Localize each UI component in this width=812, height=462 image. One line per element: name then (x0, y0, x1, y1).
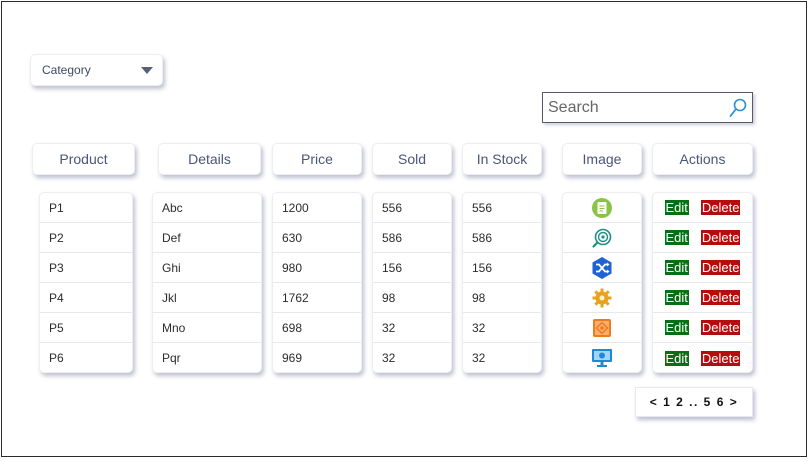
details-cell: Ghi (153, 253, 261, 283)
actions-cell: Edit Delete (653, 283, 752, 313)
price-cell: 698 (273, 313, 361, 343)
header-details-label: Details (188, 151, 231, 167)
shuffle-icon (592, 256, 612, 279)
price-cell: 1762 (273, 283, 361, 313)
column-price: 1200 630 980 1762 698 969 (272, 192, 362, 373)
sold-cell: 32 (382, 351, 396, 365)
sold-cell: 586 (373, 223, 451, 253)
actions-cell: Edit Delete (653, 313, 752, 343)
price-cell: 969 (282, 351, 303, 365)
actions-cell: Edit Delete (653, 343, 752, 372)
image-cell (563, 283, 641, 313)
delete-button[interactable]: Delete (700, 350, 741, 366)
header-details[interactable]: Details (158, 143, 261, 175)
in-stock-cell: 556 (463, 193, 541, 223)
header-price-label: Price (301, 151, 333, 167)
product-cell: P2 (40, 223, 132, 253)
column-sold: 556 586 156 98 32 32 (372, 192, 452, 373)
product-cell: P4 (40, 283, 132, 313)
delete-button[interactable]: Delete (700, 320, 741, 335)
column-in-stock: 556 586 156 98 32 32 (462, 192, 542, 373)
header-image-label: Image (582, 151, 622, 167)
header-sold[interactable]: Sold (372, 143, 452, 175)
gear-icon (592, 288, 612, 307)
column-details: Abc Def Ghi Jkl Mno Pqr (152, 192, 262, 373)
image-cell (563, 223, 641, 253)
column-image (562, 192, 642, 373)
in-stock-cell: 98 (463, 283, 541, 313)
price-cell: 1200 (273, 193, 361, 223)
details-cell: Def (153, 223, 261, 253)
search-icon[interactable] (728, 97, 748, 119)
header-sold-label: Sold (397, 151, 427, 167)
details-cell: Mno (153, 313, 261, 343)
category-dropdown[interactable]: Category (30, 54, 163, 86)
pagination: < 1 2 .. 5 6 > (635, 387, 753, 417)
in-stock-cell: 156 (463, 253, 541, 283)
edit-button[interactable]: Edit (664, 320, 689, 335)
header-actions-label: Actions (679, 151, 726, 167)
pagination-page-5[interactable]: 5 (704, 395, 712, 409)
actions-cell: Edit Delete (653, 253, 752, 283)
edit-button[interactable]: Edit (664, 230, 689, 245)
pagination-ellipsis: .. (689, 395, 699, 409)
header-image[interactable]: Image (562, 143, 642, 175)
search-input[interactable] (543, 93, 723, 122)
image-cell (563, 313, 641, 343)
app-frame: Category Product Details Price Sold In S… (1, 1, 807, 457)
column-actions: Edit Delete Edit Delete Edit Delete Edit… (652, 192, 753, 373)
sold-cell: 156 (373, 253, 451, 283)
actions-cell: Edit Delete (653, 193, 752, 223)
edit-button[interactable]: Edit (664, 350, 689, 366)
details-cell: Pqr (162, 351, 181, 365)
edit-button[interactable]: Edit (664, 260, 689, 275)
edit-button[interactable]: Edit (664, 290, 689, 305)
edit-button[interactable]: Edit (664, 200, 689, 215)
image-cell (563, 343, 641, 372)
product-cell: P5 (40, 313, 132, 343)
header-product[interactable]: Product (32, 143, 135, 175)
product-cell: P1 (40, 193, 132, 223)
chip-icon (593, 318, 611, 337)
product-cell: P3 (40, 253, 132, 283)
details-cell: Jkl (153, 283, 261, 313)
price-cell: 980 (273, 253, 361, 283)
delete-button[interactable]: Delete (700, 290, 741, 305)
details-cell: Abc (153, 193, 261, 223)
target-search-icon (592, 228, 612, 248)
pagination-prev[interactable]: < (650, 395, 659, 409)
delete-button[interactable]: Delete (700, 200, 741, 215)
header-actions[interactable]: Actions (652, 143, 753, 175)
sold-cell: 556 (373, 193, 451, 223)
price-cell: 630 (273, 223, 361, 253)
in-stock-cell: 586 (463, 223, 541, 253)
search-box (542, 92, 753, 123)
document-icon (592, 197, 612, 218)
delete-button[interactable]: Delete (700, 260, 741, 275)
header-price[interactable]: Price (272, 143, 362, 175)
category-label: Category (42, 63, 91, 77)
delete-button[interactable]: Delete (700, 230, 741, 245)
column-product: P1 P2 P3 P4 P5 P6 (39, 192, 133, 373)
in-stock-cell: 32 (463, 313, 541, 343)
product-cell: P6 (49, 351, 64, 365)
sold-cell: 32 (373, 313, 451, 343)
pagination-next[interactable]: > (730, 395, 739, 409)
image-cell (563, 253, 641, 283)
header-product-label: Product (59, 151, 108, 167)
pagination-page-1[interactable]: 1 (663, 395, 671, 409)
header-in-stock-label: In Stock (476, 151, 528, 167)
monitor-icon (592, 349, 612, 367)
header-in-stock[interactable]: In Stock (462, 143, 542, 175)
sold-cell: 98 (373, 283, 451, 313)
pagination-page-2[interactable]: 2 (676, 395, 684, 409)
pagination-page-6[interactable]: 6 (717, 395, 725, 409)
caret-down-icon (141, 67, 153, 74)
image-cell (563, 193, 641, 223)
actions-cell: Edit Delete (653, 223, 752, 253)
in-stock-cell: 32 (472, 351, 486, 365)
